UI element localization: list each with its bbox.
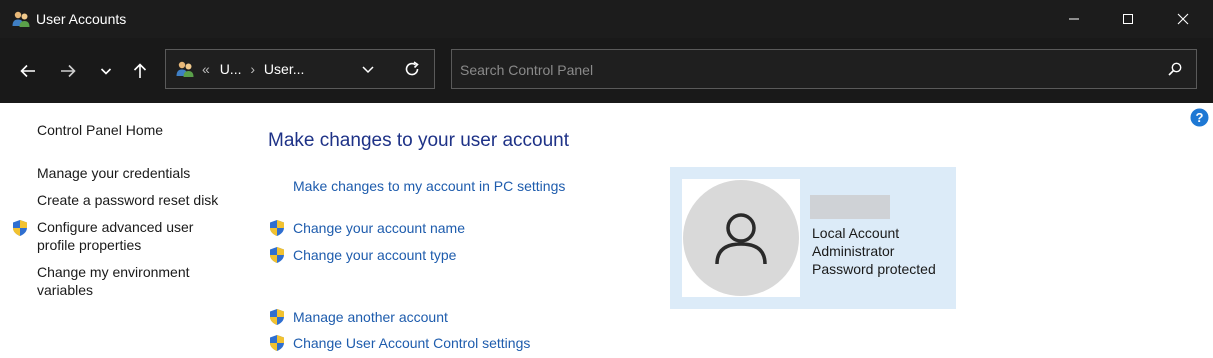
change-account-type-link[interactable]: Change your account type (293, 246, 456, 264)
maximize-button[interactable] (1101, 0, 1155, 38)
manage-another-account-link[interactable]: Manage another account (293, 308, 448, 326)
account-card: Local Account Administrator Password pro… (670, 167, 956, 309)
environment-variables-link[interactable]: Change my environment variables (37, 263, 227, 299)
navigation-bar: « U... › User... (0, 38, 1213, 103)
left-nav-pane: Control Panel Home Manage your credentia… (0, 103, 240, 358)
uac-shield-icon (270, 220, 284, 236)
recent-locations-button[interactable] (93, 58, 119, 84)
pc-settings-link[interactable]: Make changes to my account in PC setting… (293, 177, 565, 195)
account-password-status: Password protected (812, 261, 936, 277)
minimize-icon (1069, 18, 1079, 20)
search-icon[interactable] (1167, 61, 1183, 77)
search-box[interactable] (451, 49, 1197, 89)
up-button[interactable] (127, 58, 153, 84)
account-type-label: Local Account (812, 225, 900, 241)
arrow-right-icon (61, 64, 76, 78)
user-accounts-icon (12, 11, 30, 27)
control-panel-home-link[interactable]: Control Panel Home (37, 121, 163, 139)
manage-credentials-link[interactable]: Manage your credentials (37, 164, 190, 182)
arrow-up-icon (133, 63, 147, 78)
uac-settings-link[interactable]: Change User Account Control settings (293, 334, 530, 352)
uac-shield-icon (13, 220, 27, 236)
breadcrumb-overflow[interactable]: « (202, 61, 210, 77)
password-reset-disk-link[interactable]: Create a password reset disk (37, 191, 218, 209)
advanced-profile-properties-link[interactable]: Configure advanced user profile properti… (37, 218, 227, 254)
user-silhouette-icon (715, 213, 767, 265)
back-button[interactable] (15, 58, 41, 84)
breadcrumb: « U... › User... (202, 61, 304, 77)
change-account-name-link[interactable]: Change your account name (293, 219, 465, 237)
close-icon (1177, 13, 1189, 25)
close-button[interactable] (1156, 0, 1210, 38)
page-title: Make changes to your user account (268, 130, 570, 151)
uac-shield-icon (270, 247, 284, 263)
uac-shield-icon (270, 309, 284, 325)
arrow-left-icon (20, 64, 35, 78)
chevron-down-icon (100, 68, 112, 75)
breadcrumb-item-user-accounts[interactable]: User... (264, 61, 304, 77)
account-role-label: Administrator (812, 243, 895, 259)
user-accounts-icon (176, 61, 194, 77)
title-bar: User Accounts (0, 0, 1213, 38)
account-name-redacted (810, 195, 890, 219)
refresh-icon[interactable] (402, 59, 422, 79)
chevron-down-icon[interactable] (360, 61, 376, 77)
search-input[interactable] (460, 60, 1140, 80)
svg-text:?: ? (1196, 110, 1204, 125)
help-icon[interactable]: ? (1190, 108, 1209, 127)
forward-button[interactable] (55, 58, 81, 84)
uac-shield-icon (270, 335, 284, 351)
window-title: User Accounts (36, 11, 127, 27)
maximize-icon (1123, 14, 1133, 24)
avatar (682, 179, 800, 297)
avatar-placeholder (683, 180, 799, 296)
breadcrumb-separator[interactable]: › (250, 61, 255, 77)
breadcrumb-item-control-panel[interactable]: U... (220, 61, 242, 77)
address-bar[interactable]: « U... › User... (165, 49, 435, 89)
minimize-button[interactable] (1047, 0, 1101, 38)
